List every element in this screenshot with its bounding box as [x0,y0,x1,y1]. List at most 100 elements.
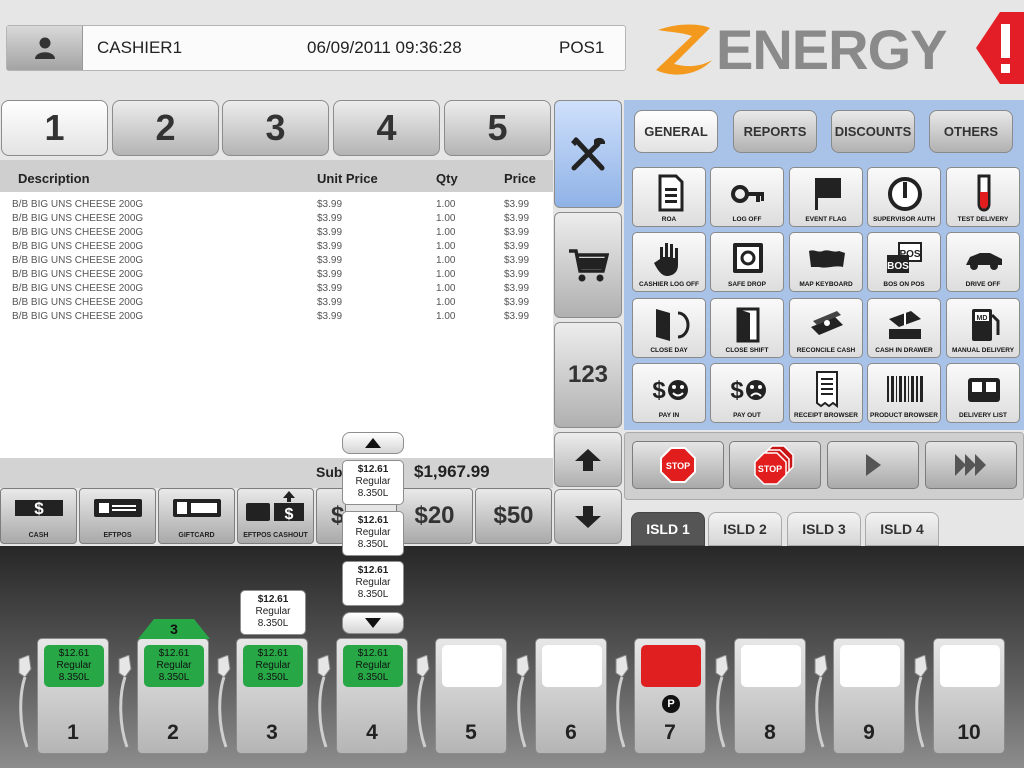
receipt-header: Description Unit Price Qty Price [0,160,553,192]
function-drive-off-button[interactable]: DRIVE OFF [946,232,1020,292]
pump-2[interactable]: $12.61 Regular 8.350L 2 [137,638,209,754]
function-label: CLOSE SHIFT [725,347,769,354]
function-roa-button[interactable]: ROA [632,167,706,227]
receipt-qty: 1.00 [436,269,456,280]
stop-button[interactable]: STOP [632,441,724,489]
category-others[interactable]: OTHERS [929,110,1013,153]
pump-9[interactable]: 9 [833,638,905,754]
function-label: SAFE DROP [728,281,766,288]
receipt-row[interactable]: B/B BIG UNS CHEESE 200G $3.99 1.00 $3.99 [0,241,553,255]
pump-6[interactable]: 6 [535,638,607,754]
function-pay-out-button[interactable]: $ PAY OUT [710,363,784,423]
pump-8[interactable]: 8 [734,638,806,754]
scroll-up-button[interactable] [554,432,622,487]
popup-sale-1[interactable]: $12.61 Regular 8.350L [342,460,404,505]
sale-tab-2[interactable]: 2 [112,100,219,156]
function-log-off-button[interactable]: LOG OFF [710,167,784,227]
receipt-row[interactable]: B/B BIG UNS CHEESE 200G $3.99 1.00 $3.99 [0,255,553,269]
function-bos-on-pos-button[interactable]: POS BOS BOS ON POS [867,232,941,292]
function-map-keyboard-button[interactable]: MAP KEYBOARD [789,232,863,292]
popup-sale-3[interactable]: $12.61 Regular 8.350L [342,561,404,606]
receipt-row[interactable]: B/B BIG UNS CHEESE 200G $3.99 1.00 $3.99 [0,297,553,311]
receipt-row[interactable]: B/B BIG UNS CHEESE 200G $3.99 1.00 $3.99 [0,199,553,213]
pump-number: 4 [366,721,378,744]
receipt-unit: $3.99 [317,255,343,266]
receipt-row[interactable]: B/B BIG UNS CHEESE 200G $3.99 1.00 $3.99 [0,269,553,283]
svg-text:$: $ [730,377,744,404]
category-reports[interactable]: REPORTS [733,110,817,153]
receipt-qty: 1.00 [436,283,456,294]
function-cashier-log-off-button[interactable]: CASHIER LOG OFF [632,232,706,292]
tools-button[interactable] [554,100,622,208]
pump-display [840,645,900,687]
function-close-shift-button[interactable]: CLOSE SHIFT [710,298,784,358]
eftpos-cashout-button[interactable]: $ EFTPOS CASHOUT [237,488,314,544]
function-event-flag-button[interactable]: EVENT FLAG [789,167,863,227]
receipt-qty: 1.00 [436,297,456,308]
svg-text:BOS: BOS [887,261,909,272]
sale-tab-5[interactable]: 5 [444,100,551,156]
cash-50-button[interactable]: $50 [475,488,552,544]
sale-tab-4[interactable]: 4 [333,100,440,156]
alert-icon[interactable] [974,8,1024,88]
pump-3[interactable]: $12.61 Regular 8.350L 3 [236,638,308,754]
island-tab-3[interactable]: ISLD 3 [787,512,861,546]
pump-10[interactable]: 10 [933,638,1005,754]
pump-number: 6 [565,721,577,744]
sale-tab-3[interactable]: 3 [222,100,329,156]
stop-sign-icon: STOP [660,447,696,483]
cash-20-button[interactable]: $20 [396,488,473,544]
eftpos-button[interactable]: EFTPOS [79,488,156,544]
popup-scroll-up[interactable] [342,432,404,454]
function-receipt-browser-button[interactable]: RECEIPT BROWSER [789,363,863,423]
cart-button[interactable] [554,212,622,318]
island-tab-1[interactable]: ISLD 1 [631,512,705,546]
play-button[interactable] [827,441,919,489]
function-delivery-list-button[interactable]: DELIVERY LIST [946,363,1020,423]
function-cash-in-drawer-button[interactable]: CASH IN DRAWER [867,298,941,358]
nozzle-icon [118,655,132,748]
fast-forward-button[interactable] [925,441,1017,489]
category-general[interactable]: GENERAL [634,110,718,153]
function-label: BOS ON POS [883,281,925,288]
receipt-row[interactable]: B/B BIG UNS CHEESE 200G $3.99 1.00 $3.99 [0,213,553,227]
numpad-button[interactable]: 123 [554,322,622,428]
giftcard-button[interactable]: GIFTCARD [158,488,235,544]
function-product-browser-button[interactable]: PRODUCT BROWSER [867,363,941,423]
popup-grade: Regular [355,577,391,588]
pump-queue-badge: 3 [138,619,210,639]
pump-number: 9 [863,721,875,744]
popup-scroll-down[interactable] [342,612,404,634]
scroll-down-button[interactable] [554,489,622,544]
pump-5[interactable]: 5 [435,638,507,754]
cash-button[interactable]: $ CASH [0,488,77,544]
island-tab-4[interactable]: ISLD 4 [865,512,939,546]
function-test-delivery-button[interactable]: TEST DELIVERY [946,167,1020,227]
function-close-day-button[interactable]: CLOSE DAY [632,298,706,358]
pump-1[interactable]: $12.61 Regular 8.350L 1 [37,638,109,754]
pump-7[interactable]: P7 [634,638,706,754]
sale-tab-1[interactable]: 1 [1,100,108,156]
popup-sale-2[interactable]: $12.61 Regular 8.350L [342,511,404,556]
receipt-row[interactable]: B/B BIG UNS CHEESE 200G $3.99 1.00 $3.99 [0,227,553,241]
pump-4[interactable]: $12.61 Regular 8.350L 4 [336,638,408,754]
receipt-row[interactable]: B/B BIG UNS CHEESE 200G $3.99 1.00 $3.99 [0,311,553,325]
receipt-row[interactable]: B/B BIG UNS CHEESE 200G $3.99 1.00 $3.99 [0,283,553,297]
function-safe-drop-button[interactable]: SAFE DROP [710,232,784,292]
island-tab-2[interactable]: ISLD 2 [708,512,782,546]
function-supervisor-auth-button[interactable]: SUPERVISOR AUTH [867,167,941,227]
stop-all-button[interactable]: STOP [729,441,821,489]
function-reconcile-cash-button[interactable]: RECONCILE CASH [789,298,863,358]
pump-3-stacked-sale[interactable]: $12.61 Regular 8.350L [240,590,306,635]
user-icon[interactable] [7,26,83,70]
giftcard-label: GIFTCARD [178,532,215,539]
svg-text:MD: MD [977,315,988,322]
function-pay-in-button[interactable]: $ PAY IN [632,363,706,423]
function-label: CASH IN DRAWER [875,347,933,354]
category-discounts[interactable]: DISCOUNTS [831,110,915,153]
pump-display: $12.61 Regular 8.350L [144,645,204,687]
pump-display: $12.61 Regular 8.350L [243,645,303,687]
function-manual-delivery-button[interactable]: MD MANUAL DELIVERY [946,298,1020,358]
receipt-price: $3.99 [504,297,530,308]
eftpos-cashout-label: EFTPOS CASHOUT [243,532,308,539]
